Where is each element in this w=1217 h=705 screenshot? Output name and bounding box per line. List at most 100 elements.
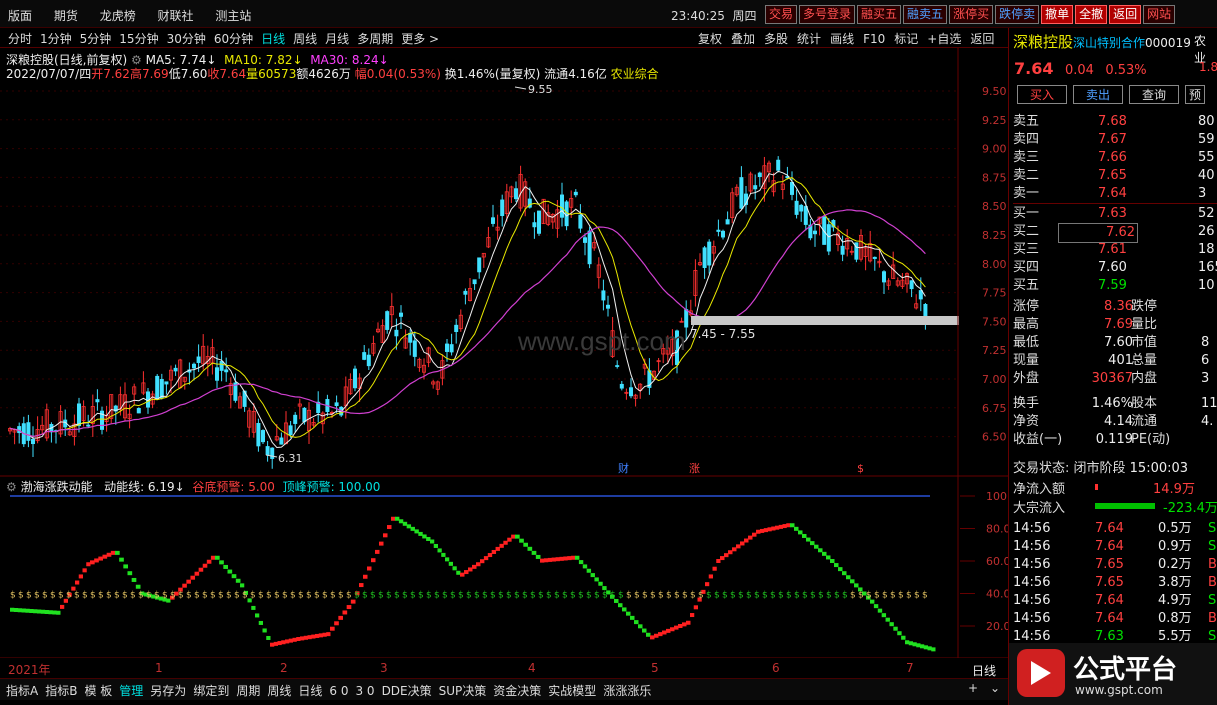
tab-period-60m[interactable]: 60分钟	[214, 32, 253, 46]
dollar-band-mark: $	[394, 591, 400, 601]
quote-header: 深粮控股深山特别合作000019	[1013, 31, 1191, 52]
bottom-tab[interactable]: 指标A	[6, 684, 38, 698]
tab-multi-period[interactable]: 多周期	[357, 32, 393, 46]
bottom-tab[interactable]: 资金决策	[493, 684, 541, 698]
order-row[interactable]: 卖一 7.64 3	[1013, 185, 1217, 203]
dollar-marker[interactable]: $	[857, 462, 864, 475]
cancel-order-button[interactable]: 撤单	[1041, 5, 1074, 24]
order-row[interactable]: 买三 7.61 18	[1013, 241, 1217, 259]
tab-period-30m[interactable]: 30分钟	[167, 32, 206, 46]
draw-line-button[interactable]: 画线	[830, 32, 854, 46]
margin-buy-button[interactable]: 融买五	[857, 5, 902, 24]
margin-sell-button[interactable]: 融卖五	[903, 5, 948, 24]
back-button[interactable]: 返回	[1109, 5, 1142, 24]
dollar-band-mark: $	[810, 591, 816, 601]
momentum-step	[618, 603, 623, 608]
cancel-all-button[interactable]: 全撤	[1075, 5, 1108, 24]
bottom-tab[interactable]: 指标B	[45, 684, 77, 698]
mark-button[interactable]: 标记	[894, 32, 918, 46]
order-row[interactable]: 卖二 7.65 40	[1013, 167, 1217, 185]
chart-back-button[interactable]: 返回	[970, 32, 994, 46]
momentum-step	[693, 605, 698, 610]
dollar-band-mark: $	[298, 591, 304, 601]
chevron-down-icon[interactable]: ⌄	[990, 681, 1000, 695]
stats-button[interactable]: 统计	[797, 32, 821, 46]
website-button[interactable]: 网站	[1143, 5, 1176, 24]
momentum-step	[790, 523, 795, 528]
limit-down-sell-button[interactable]: 跌停卖	[995, 5, 1040, 24]
menu-dragon-tiger[interactable]: 龙虎榜	[100, 7, 136, 24]
limit-up-buy-button[interactable]: 涨停买	[949, 5, 994, 24]
finance-marker[interactable]: 财	[618, 461, 629, 475]
tab-period-daily[interactable]: 日线	[261, 32, 285, 46]
buy-button[interactable]: 买入	[1017, 85, 1067, 104]
trade-button[interactable]: 交易	[765, 5, 798, 24]
candle-body	[155, 375, 160, 400]
tab-period-minute[interactable]: 分时	[8, 32, 32, 46]
add-icon[interactable]: +	[968, 681, 978, 695]
bottom-tab[interactable]: 另存为	[150, 684, 186, 698]
momentum-step	[487, 553, 493, 558]
order-row[interactable]: 卖三 7.66 55	[1013, 149, 1217, 167]
bottom-tab[interactable]: 实战模型	[548, 684, 596, 698]
bottom-tab[interactable]: 周线	[267, 684, 291, 698]
menu-futures[interactable]: 期货	[54, 7, 78, 24]
momentum-step	[814, 544, 819, 549]
momentum-step	[744, 538, 749, 543]
limit-up-marker[interactable]: 涨	[689, 462, 700, 475]
overlay-button[interactable]: 叠加	[731, 32, 755, 46]
multi-login-button[interactable]: 多号登录	[799, 5, 856, 24]
bottom-tab[interactable]: SUP决策	[439, 684, 487, 698]
tab-more[interactable]: 更多 >	[401, 32, 439, 46]
f10-button[interactable]: F10	[863, 32, 885, 46]
momentum-step	[756, 529, 761, 534]
momentum-step	[334, 621, 339, 626]
bottom-tab[interactable]: 6 0	[329, 684, 348, 698]
candle-body	[790, 181, 795, 195]
ind-tick-label: 80.00	[986, 523, 1008, 536]
bottom-tab[interactable]: 涨涨涨乐	[603, 684, 651, 698]
bottom-tab[interactable]: 管理	[119, 684, 143, 698]
add-watchlist-button[interactable]: +自选	[927, 32, 961, 46]
bottom-tab[interactable]: 绑定到	[193, 684, 229, 698]
order-row[interactable]: 卖五 7.68 80	[1013, 113, 1217, 131]
tab-period-monthly[interactable]: 月线	[325, 32, 349, 46]
order-row[interactable]: 买二 7.62 26	[1013, 223, 1217, 243]
order-row[interactable]: 买四 7.60 165	[1013, 259, 1217, 277]
dollar-band-mark: $	[738, 591, 744, 601]
order-row[interactable]: 买一 7.63 52	[1013, 205, 1217, 223]
multi-stock-button[interactable]: 多股	[764, 32, 788, 46]
tab-period-weekly[interactable]: 周线	[293, 32, 317, 46]
sell-button[interactable]: 卖出	[1073, 85, 1123, 104]
momentum-step	[686, 620, 691, 625]
tab-period-5m[interactable]: 5分钟	[80, 32, 112, 46]
query-button[interactable]: 查询	[1129, 85, 1179, 104]
settings-icon[interactable]: ⚙	[6, 480, 17, 494]
bottom-tab[interactable]: 模 板	[84, 684, 112, 698]
dollar-band-mark: $	[290, 591, 296, 601]
momentum-step	[728, 550, 733, 555]
chart-area[interactable]: 9.50 9.25 9.00 8.75 8.50 8.25 8.00 7.75 7.50 7.25…	[0, 48, 1008, 658]
dollar-band-mark: $	[586, 591, 592, 601]
momentum-step	[499, 543, 504, 548]
order-volume: 80	[1198, 114, 1215, 129]
tab-period-15m[interactable]: 15分钟	[119, 32, 158, 46]
momentum-step	[75, 580, 80, 585]
order-row[interactable]: 卖四 7.67 59	[1013, 131, 1217, 149]
order-row[interactable]: 买五 7.59 10	[1013, 277, 1217, 295]
adjust-button[interactable]: 复权	[698, 32, 722, 46]
bottom-tab[interactable]: 周期	[236, 684, 260, 698]
bottom-tab[interactable]: 日线	[298, 684, 322, 698]
menu-cls[interactable]: 财联社	[158, 7, 194, 24]
momentum-step	[916, 643, 921, 648]
bottom-tab[interactable]: 3 0	[355, 684, 374, 698]
dollar-band-mark: $	[370, 591, 376, 601]
tab-period-1m[interactable]: 1分钟	[40, 32, 72, 46]
indicator-bottom-warning: 谷底预警: 5.00	[192, 480, 275, 494]
momentum-step	[826, 555, 831, 560]
menu-layout[interactable]: 版面	[8, 7, 32, 24]
bottom-tab[interactable]: DDE决策	[382, 684, 432, 698]
momentum-step	[223, 564, 228, 569]
menu-station[interactable]: 测主站	[215, 7, 251, 24]
preview-button[interactable]: 预	[1185, 85, 1205, 104]
